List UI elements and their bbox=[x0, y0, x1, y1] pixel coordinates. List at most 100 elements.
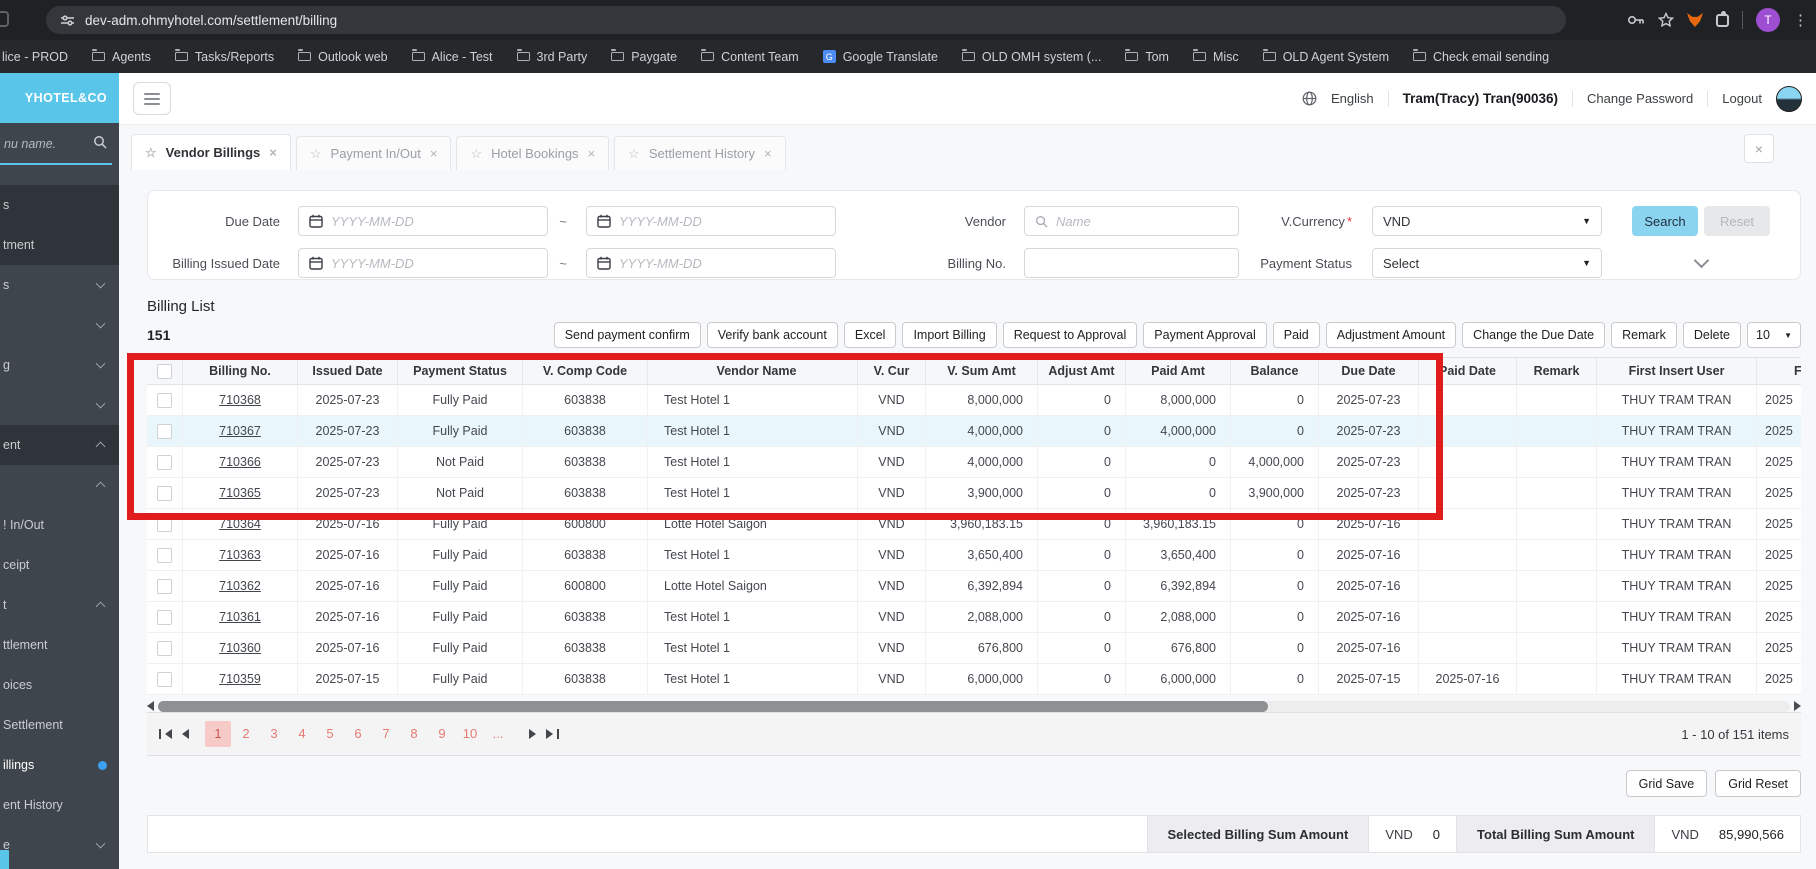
close-icon[interactable]: × bbox=[269, 145, 277, 160]
bookmark-item[interactable]: 3rd Party bbox=[516, 49, 587, 64]
sidebar-item[interactable]: t bbox=[0, 585, 119, 625]
fox-extension-icon[interactable] bbox=[1687, 13, 1703, 27]
row-checkbox[interactable] bbox=[157, 454, 172, 470]
row-checkbox[interactable] bbox=[157, 609, 172, 625]
page-button[interactable]: 8 bbox=[401, 721, 427, 747]
search-button[interactable]: Search bbox=[1632, 206, 1698, 236]
billing-no-input[interactable] bbox=[1024, 248, 1239, 278]
row-checkbox[interactable] bbox=[157, 392, 172, 408]
star-icon[interactable]: ☆ bbox=[470, 146, 482, 162]
scroll-left-arrow-icon[interactable] bbox=[147, 701, 154, 711]
password-key-icon[interactable] bbox=[1627, 13, 1645, 27]
page-button[interactable]: 10 bbox=[457, 721, 483, 747]
billing-no-link[interactable]: 710368 bbox=[219, 393, 261, 407]
toolbar-button[interactable]: Payment Approval bbox=[1143, 322, 1267, 348]
tab-hotel-bookings[interactable]: ☆ Hotel Bookings × bbox=[456, 136, 610, 170]
row-checkbox[interactable] bbox=[157, 485, 172, 501]
extensions-puzzle-icon[interactable] bbox=[1716, 10, 1729, 27]
sidebar-item[interactable]: ttlement bbox=[0, 625, 119, 665]
sidebar-item[interactable]: ! In/Out bbox=[0, 505, 119, 545]
tab-settlement-history[interactable]: ☆ Settlement History × bbox=[614, 136, 786, 170]
sidebar-item[interactable]: e bbox=[0, 825, 119, 865]
sidebar-item[interactable]: oices bbox=[0, 665, 119, 705]
billing-no-link[interactable]: 710360 bbox=[219, 641, 261, 655]
page-button[interactable]: 5 bbox=[317, 721, 343, 747]
billing-no-link[interactable]: 710362 bbox=[219, 579, 261, 593]
row-checkbox[interactable] bbox=[157, 423, 172, 439]
bookmark-item[interactable]: OLD OMH system (... bbox=[961, 49, 1101, 64]
bookmark-item[interactable]: Outlook web bbox=[298, 49, 388, 64]
toolbar-button[interactable]: Import Billing bbox=[902, 322, 997, 348]
toolbar-button[interactable]: Delete bbox=[1682, 322, 1741, 348]
page-button[interactable]: 1 bbox=[205, 721, 231, 747]
bookmark-item[interactable]: Agents bbox=[91, 49, 151, 64]
filter-expander[interactable] bbox=[1632, 252, 1770, 268]
due-date-to-input[interactable]: YYYY-MM-DD bbox=[586, 206, 836, 236]
hamburger-menu-button[interactable] bbox=[133, 82, 171, 115]
logout-link[interactable]: Logout bbox=[1722, 91, 1762, 106]
sidebar-item[interactable]: g bbox=[0, 345, 119, 385]
page-button[interactable]: 6 bbox=[345, 721, 371, 747]
v-currency-select[interactable]: VND ▼ bbox=[1372, 206, 1602, 236]
close-icon[interactable]: × bbox=[430, 146, 438, 161]
toolbar-button[interactable]: Adjustment Amount bbox=[1325, 322, 1457, 348]
scrollbar-thumb[interactable] bbox=[158, 700, 1268, 712]
change-password-link[interactable]: Change Password bbox=[1587, 91, 1693, 106]
sidebar-item[interactable] bbox=[0, 465, 119, 505]
grid-save-button[interactable]: Grid Save bbox=[1625, 770, 1708, 797]
toolbar-button[interactable]: Remark bbox=[1611, 322, 1677, 348]
close-icon[interactable]: × bbox=[764, 146, 772, 161]
star-icon[interactable]: ☆ bbox=[628, 146, 640, 162]
grid-reset-button[interactable]: Grid Reset bbox=[1715, 770, 1801, 797]
next-page-button[interactable] bbox=[529, 729, 536, 739]
tab-vendor-billings[interactable]: ☆ Vendor Billings × bbox=[131, 134, 291, 170]
browser-profile-avatar[interactable]: T bbox=[1756, 8, 1780, 32]
sidebar-item[interactable]: Settlement bbox=[0, 705, 119, 745]
toolbar-button[interactable]: Change the Due Date bbox=[1462, 322, 1606, 348]
payment-status-select[interactable]: Select ▼ bbox=[1372, 248, 1602, 278]
select-all-checkbox[interactable] bbox=[157, 363, 172, 379]
star-icon[interactable]: ☆ bbox=[310, 146, 322, 162]
vendor-input[interactable]: Name bbox=[1024, 206, 1239, 236]
language-selector[interactable]: English bbox=[1331, 91, 1374, 106]
row-checkbox[interactable] bbox=[157, 547, 172, 563]
row-checkbox[interactable] bbox=[157, 671, 172, 687]
toolbar-button[interactable]: Verify bank account bbox=[706, 322, 838, 348]
bookmark-item[interactable]: Content Team bbox=[701, 49, 799, 64]
page-size-select[interactable]: 10 ▼ bbox=[1747, 322, 1801, 348]
address-bar[interactable]: dev-adm.ohmyhotel.com/settlement/billing bbox=[46, 6, 1566, 34]
bookmark-item[interactable]: Alice - Test bbox=[411, 49, 493, 64]
sidebar-item[interactable]: tment bbox=[0, 225, 119, 265]
browser-menu-icon[interactable]: ⋮ bbox=[1793, 11, 1808, 29]
sidebar-item[interactable]: s bbox=[0, 265, 119, 305]
toolbar-button[interactable]: Send payment confirm bbox=[553, 322, 701, 348]
bookmark-item[interactable]: Check email sending bbox=[1413, 49, 1549, 64]
user-avatar[interactable] bbox=[1776, 85, 1802, 112]
bookmark-item[interactable]: lice - PROD bbox=[2, 50, 68, 64]
sidebar-item[interactable] bbox=[0, 385, 119, 425]
due-date-from-input[interactable]: YYYY-MM-DD bbox=[298, 206, 548, 236]
scroll-right-arrow-icon[interactable] bbox=[1794, 701, 1801, 711]
toolbar-button[interactable]: Request to Approval bbox=[1002, 322, 1138, 348]
page-button[interactable]: ... bbox=[485, 721, 511, 747]
sidebar-item[interactable]: ent bbox=[0, 425, 119, 465]
sidebar-scrollbar-thumb[interactable] bbox=[0, 850, 9, 869]
billing-no-link[interactable]: 710361 bbox=[219, 610, 261, 624]
bookmark-item[interactable]: Tasks/Reports bbox=[174, 49, 274, 64]
menu-search-input[interactable]: nu name. bbox=[0, 123, 119, 167]
page-button[interactable]: 7 bbox=[373, 721, 399, 747]
last-page-button[interactable] bbox=[546, 729, 559, 739]
bookmark-item[interactable]: Misc bbox=[1192, 49, 1239, 64]
bookmark-item[interactable]: Tom bbox=[1125, 49, 1169, 64]
bookmark-item[interactable]: G Google Translate bbox=[822, 50, 938, 64]
row-checkbox[interactable] bbox=[157, 640, 172, 656]
billing-no-link[interactable]: 710367 bbox=[219, 424, 261, 438]
issued-date-to-input[interactable]: YYYY-MM-DD bbox=[586, 248, 836, 278]
sidebar-item[interactable]: ceipt bbox=[0, 545, 119, 585]
sidebar-item[interactable]: s bbox=[0, 185, 119, 225]
sidebar-item[interactable]: illings bbox=[0, 745, 119, 785]
scrollbar-track[interactable] bbox=[158, 700, 1790, 712]
tab-payment-in-out[interactable]: ☆ Payment In/Out × bbox=[295, 136, 452, 170]
first-page-button[interactable] bbox=[159, 729, 172, 739]
billing-no-link[interactable]: 710366 bbox=[219, 455, 261, 469]
